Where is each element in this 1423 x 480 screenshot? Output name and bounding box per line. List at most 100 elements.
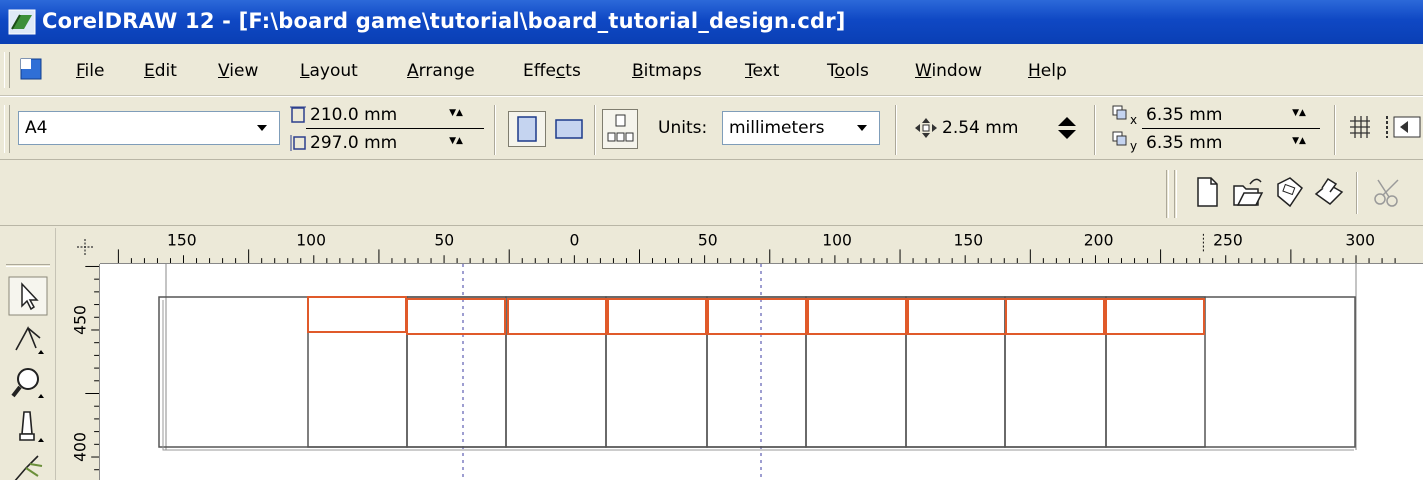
- board-outline[interactable]: [158, 296, 1356, 448]
- header-cell[interactable]: [406, 298, 506, 335]
- ruler-label: 0: [569, 232, 579, 250]
- separator: [594, 105, 596, 155]
- paper-size-select[interactable]: A4: [18, 111, 280, 145]
- units-select[interactable]: millimeters: [722, 111, 880, 145]
- menu-view[interactable]: View: [218, 61, 258, 81]
- toolbox-grip[interactable]: [6, 264, 50, 267]
- board-panel[interactable]: [805, 296, 907, 448]
- board-panel[interactable]: [1105, 296, 1206, 448]
- page-height-spinner[interactable]: ▼▲: [441, 133, 471, 149]
- header-cell[interactable]: [707, 298, 807, 335]
- landscape-icon[interactable]: [550, 111, 588, 147]
- ruler-label: 250: [1213, 232, 1243, 250]
- separator: [895, 105, 897, 155]
- ruler-label: 50: [698, 232, 718, 250]
- chevron-down-icon[interactable]: [853, 120, 871, 136]
- document-icon[interactable]: [18, 56, 44, 82]
- toolbar-grip[interactable]: [1166, 170, 1169, 218]
- horizontal-ruler-ticks: [117, 249, 1396, 263]
- header-cell[interactable]: [1005, 298, 1105, 335]
- board-panel[interactable]: [505, 296, 607, 448]
- shape-tool-icon[interactable]: [8, 320, 48, 360]
- selected-header-cells: [307, 296, 1205, 335]
- vertical-ruler[interactable]: 450 400: [56, 264, 100, 480]
- nudge-spinner-icon[interactable]: [1054, 115, 1080, 141]
- ruler-label: 400: [70, 432, 89, 462]
- board-panel[interactable]: [406, 296, 507, 448]
- page-width-spinner[interactable]: ▼▲: [441, 105, 471, 121]
- menu-window[interactable]: Window: [915, 61, 982, 81]
- board-shadow: [162, 300, 1354, 451]
- ruler-origin-icon[interactable]: [74, 236, 96, 258]
- menu-layout[interactable]: Layout: [300, 61, 358, 81]
- chevron-down-icon[interactable]: [253, 120, 271, 136]
- ruler-label: 100: [822, 232, 852, 250]
- ruler-label: 150: [167, 232, 197, 250]
- menu-file[interactable]: File: [76, 61, 104, 81]
- print-icon[interactable]: [1312, 174, 1346, 210]
- separator: [494, 105, 496, 155]
- menu-text[interactable]: Text: [745, 61, 779, 81]
- header-cell[interactable]: [1105, 298, 1205, 335]
- zoom-tool-icon[interactable]: [8, 364, 48, 404]
- board-panel[interactable]: [706, 296, 807, 448]
- menu-edit[interactable]: Edit: [144, 61, 177, 81]
- page-width-icon: [290, 106, 306, 123]
- board-panel[interactable]: [307, 296, 408, 448]
- duplicate-y-value[interactable]: 6.35 mm: [1146, 133, 1222, 153]
- menu-arrange[interactable]: Arrange: [407, 61, 475, 81]
- menu-effects[interactable]: Effects: [523, 61, 581, 81]
- standard-toolbar: [0, 160, 1423, 226]
- duplicate-x-icon: [1112, 105, 1127, 120]
- nudge-icon: [915, 118, 937, 138]
- coreldraw-app-icon[interactable]: [8, 9, 36, 35]
- ruler-label: 150: [954, 232, 984, 250]
- units-label: Units:: [658, 118, 708, 138]
- board-panel[interactable]: [1004, 296, 1107, 448]
- duplicate-y-icon: [1112, 131, 1127, 146]
- drawing-canvas[interactable]: [100, 264, 1423, 480]
- snap-to-guidelines-icon[interactable]: [1384, 113, 1423, 141]
- separator: [1094, 105, 1096, 155]
- all-pages-icon[interactable]: [602, 109, 638, 149]
- paper-size-value: A4: [25, 118, 48, 138]
- page-height-value[interactable]: 297.0 mm: [310, 133, 397, 153]
- smart-fill-tool-icon[interactable]: [8, 452, 48, 480]
- duplicate-y-spinner[interactable]: ▼▲: [1284, 133, 1314, 149]
- propbar-grip[interactable]: [4, 105, 10, 153]
- header-cell[interactable]: [307, 296, 407, 333]
- ruler-label: 50: [434, 232, 454, 250]
- snap-to-grid-icon[interactable]: [1346, 113, 1374, 141]
- nudge-value[interactable]: 2.54 mm: [942, 118, 1018, 138]
- header-cell[interactable]: [807, 298, 907, 335]
- separator: [1334, 105, 1336, 155]
- duplicate-x-spinner[interactable]: ▼▲: [1284, 105, 1314, 121]
- board-panel[interactable]: [905, 296, 1006, 448]
- menubar-grip[interactable]: [4, 52, 10, 88]
- cut-icon[interactable]: [1370, 174, 1404, 210]
- menu-tools[interactable]: Tools: [827, 61, 869, 81]
- menu-help[interactable]: Help: [1028, 61, 1067, 81]
- page-width-value[interactable]: 210.0 mm: [310, 105, 397, 125]
- new-icon[interactable]: [1190, 174, 1224, 210]
- header-cell[interactable]: [507, 298, 607, 335]
- open-icon[interactable]: [1230, 174, 1264, 210]
- board-panel[interactable]: [605, 296, 708, 448]
- menu-bitmaps[interactable]: Bitmaps: [632, 61, 702, 81]
- horizontal-ruler[interactable]: 150 100 50 0 50 100 150 200 250 300: [100, 228, 1423, 264]
- duplicate-x-value[interactable]: 6.35 mm: [1146, 105, 1222, 125]
- header-cell[interactable]: [907, 298, 1007, 335]
- portrait-icon[interactable]: [508, 111, 546, 147]
- toolbar-grip[interactable]: [1174, 170, 1177, 218]
- ruler-label: 200: [1084, 232, 1114, 250]
- pick-tool-icon[interactable]: [8, 276, 48, 316]
- header-cell[interactable]: [607, 298, 707, 335]
- ruler-label: 300: [1345, 232, 1375, 250]
- ruler-origin[interactable]: [56, 228, 100, 264]
- freehand-tool-icon[interactable]: [8, 408, 48, 448]
- save-icon[interactable]: [1272, 174, 1306, 210]
- window-title: CorelDRAW 12 - [F:\board game\tutorial\b…: [42, 9, 846, 33]
- title-bar: CorelDRAW 12 - [F:\board game\tutorial\b…: [0, 0, 1423, 44]
- ruler-label: 100: [296, 232, 326, 250]
- axis-y-marker: y: [1130, 139, 1138, 153]
